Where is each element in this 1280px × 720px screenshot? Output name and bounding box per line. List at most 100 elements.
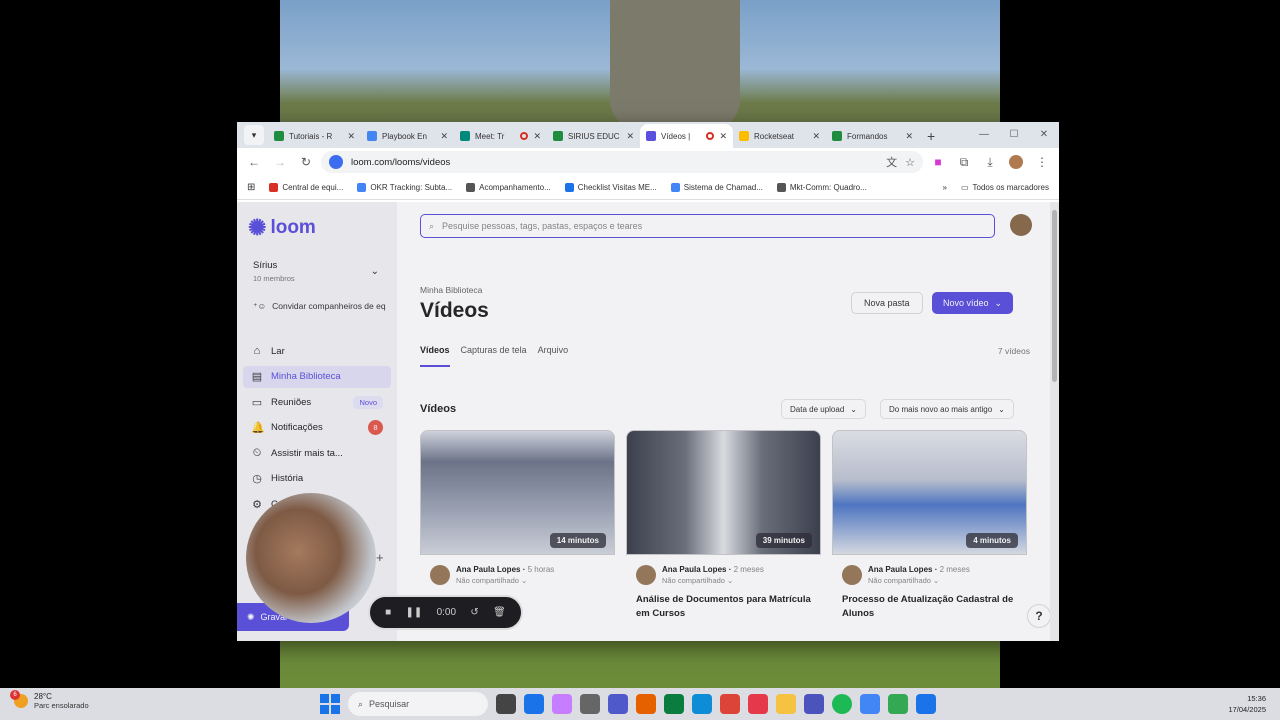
bookmark-item[interactable]: Acompanhamento... (466, 183, 551, 192)
system-clock[interactable]: 15:36 17/04/2025 (1228, 694, 1266, 715)
video-thumbnail[interactable]: 4 minutos (832, 430, 1027, 555)
site-info-icon[interactable] (329, 155, 343, 169)
video-thumbnail[interactable]: 14 minutos (420, 430, 615, 555)
teams-icon[interactable] (608, 694, 628, 714)
weather-widget[interactable]: 6 28°C Parc ensolarado (10, 690, 89, 710)
search-placeholder: Pesquise pessoas, tags, pastas, espaços … (442, 221, 643, 231)
workspace-switcher[interactable]: Sírius 10 membros ⌄ (245, 254, 389, 290)
sharing-status[interactable]: Não compartilhado (662, 576, 725, 585)
chrome-icon[interactable] (720, 694, 740, 714)
bookmark-item[interactable]: Central de equi... (269, 183, 343, 192)
extension-icon[interactable]: ■ (927, 151, 949, 173)
calculator-icon[interactable] (916, 694, 936, 714)
firefox-icon[interactable] (636, 694, 656, 714)
upload-date-filter[interactable]: Data de upload ⌄ (781, 399, 866, 419)
browser-tab[interactable]: Tutoriais - R ✕ (268, 124, 361, 148)
taskbar-search[interactable]: ⌕ Pesquisar (348, 692, 488, 716)
sidebar-item-library[interactable]: ▤ Minha Biblioteca (243, 365, 391, 388)
apps-grid-icon[interactable]: ⊞ (247, 182, 255, 193)
new-video-button[interactable]: Novo vídeo ⌄ (932, 292, 1014, 314)
windows-start-icon[interactable] (320, 694, 340, 714)
tab-videos[interactable]: Vídeos (420, 345, 450, 367)
video-card[interactable]: 4 minutos Ana Paula Lopes · 2 meses Não … (832, 430, 1027, 622)
address-bar[interactable]: loom.com/looms/videos 文 ☆ (321, 151, 923, 173)
bookmark-item[interactable]: OKR Tracking: Subta... (357, 183, 452, 192)
scrollbar[interactable] (1050, 202, 1059, 641)
bookmark-item[interactable]: Sistema de Chamad... (670, 183, 763, 192)
copilot-icon[interactable] (552, 694, 572, 714)
video-title[interactable]: Processo de Atualização Cadastral de Alu… (832, 585, 1027, 622)
stop-icon[interactable]: ■ (385, 607, 391, 618)
browser-tab[interactable]: Formandos ✕ (826, 124, 919, 148)
close-tab-icon[interactable]: ✕ (533, 131, 541, 142)
bookmark-star-icon[interactable]: ☆ (905, 156, 915, 169)
edge-icon[interactable] (692, 694, 712, 714)
widgets-icon[interactable] (524, 694, 544, 714)
breadcrumb[interactable]: Minha Biblioteca (420, 285, 482, 295)
restart-icon[interactable]: ↺ (470, 607, 478, 618)
bookmark-item[interactable]: Mkt-Comm: Quadro... (776, 183, 867, 192)
close-tab-icon[interactable]: ✕ (626, 131, 634, 142)
sharing-status[interactable]: Não compartilhado (456, 576, 519, 585)
browser-tab[interactable]: Playbook En ✕ (361, 124, 454, 148)
extensions-puzzle-icon[interactable]: ⧉ (953, 151, 975, 173)
sidebar-item-notifications[interactable]: 🔔 Notificações 8 (243, 417, 391, 439)
browser-tab[interactable]: Rocketseat ✕ (733, 124, 826, 148)
file-explorer-icon[interactable] (776, 694, 796, 714)
close-tab-icon[interactable]: ✕ (440, 131, 448, 142)
close-tab-icon[interactable]: ✕ (905, 131, 913, 142)
invite-teammates-link[interactable]: ⁺☺ Convidar companheiros de eq (253, 301, 393, 312)
close-tab-icon[interactable]: ✕ (719, 131, 727, 142)
sharing-status[interactable]: Não compartilhado (868, 576, 931, 585)
all-bookmarks-folder[interactable]: ▭ Todos os marcadores (961, 183, 1049, 192)
download-icon[interactable]: ⤓ (979, 151, 1001, 173)
video-card[interactable]: 39 minutos Ana Paula Lopes · 2 meses Não… (626, 430, 821, 622)
video-thumbnail[interactable]: 39 minutos (626, 430, 821, 555)
teams-work-icon[interactable] (804, 694, 824, 714)
pause-icon[interactable]: ❚❚ (406, 607, 423, 618)
menu-icon[interactable]: ⋮ (1031, 151, 1053, 173)
camera-bubble[interactable] (246, 493, 376, 623)
search-input[interactable]: ⌕ Pesquise pessoas, tags, pastas, espaço… (420, 214, 995, 238)
close-tab-icon[interactable]: ✕ (812, 131, 820, 142)
new-folder-button[interactable]: Nova pasta (851, 292, 923, 314)
tab-archive[interactable]: Arquivo (538, 345, 569, 367)
sidebar-item-home[interactable]: ⌂ Lar (243, 340, 391, 362)
browser-tab[interactable]: Vídeos | ✕ (640, 124, 733, 148)
settings-gear-icon[interactable] (580, 694, 600, 714)
spotify-icon[interactable] (832, 694, 852, 714)
browser-tab[interactable]: Meet: Tr ✕ (454, 124, 547, 148)
profile-avatar[interactable] (1005, 151, 1027, 173)
browser-tab[interactable]: SIRIUS EDUC ✕ (547, 124, 640, 148)
close-tab-icon[interactable]: ✕ (347, 131, 355, 142)
close-window-button[interactable]: ✕ (1029, 122, 1059, 146)
translate-icon[interactable]: 文 (886, 154, 897, 170)
sidebar-item-meetings[interactable]: ▭ Reuniões Novo (243, 391, 391, 413)
back-icon[interactable]: ← (243, 151, 265, 173)
task-view-icon[interactable] (496, 694, 516, 714)
tab-search-icon[interactable]: ▾ (244, 125, 264, 145)
chrome-profile-2-icon[interactable] (888, 694, 908, 714)
sidebar-item-watch-later[interactable]: ⏲ Assistir mais ta... (243, 442, 391, 464)
add-space-icon[interactable]: + (376, 550, 384, 565)
more-bookmarks-icon[interactable]: » (943, 183, 947, 192)
app-icon[interactable] (748, 694, 768, 714)
forward-icon[interactable]: → (269, 151, 291, 173)
minimize-button[interactable]: — (969, 122, 999, 146)
delete-icon[interactable]: 🗑 (493, 607, 506, 618)
user-avatar[interactable] (1010, 214, 1032, 236)
xbox-icon[interactable] (664, 694, 684, 714)
chrome-profile-icon[interactable] (860, 694, 880, 714)
bookmark-item[interactable]: Checklist Visitas ME... (564, 183, 657, 192)
loom-logo[interactable]: ✺ loom (248, 215, 316, 241)
sidebar-item-history[interactable]: ◷ História (243, 468, 391, 490)
url-text[interactable]: loom.com/looms/videos (351, 157, 878, 168)
help-button[interactable]: ? (1027, 604, 1051, 628)
reload-icon[interactable]: ↻ (295, 151, 317, 173)
maximize-button[interactable]: ☐ (999, 122, 1029, 146)
new-tab-button[interactable]: + (919, 124, 943, 148)
sort-order-filter[interactable]: Do mais novo ao mais antigo ⌄ (880, 399, 1014, 419)
video-card[interactable]: 14 minutos Ana Paula Lopes · 5 horas Não… (420, 430, 615, 622)
video-title[interactable]: Análise de Documentos para Matrícula em … (626, 585, 821, 622)
tab-screenshots[interactable]: Capturas de tela (461, 345, 527, 367)
